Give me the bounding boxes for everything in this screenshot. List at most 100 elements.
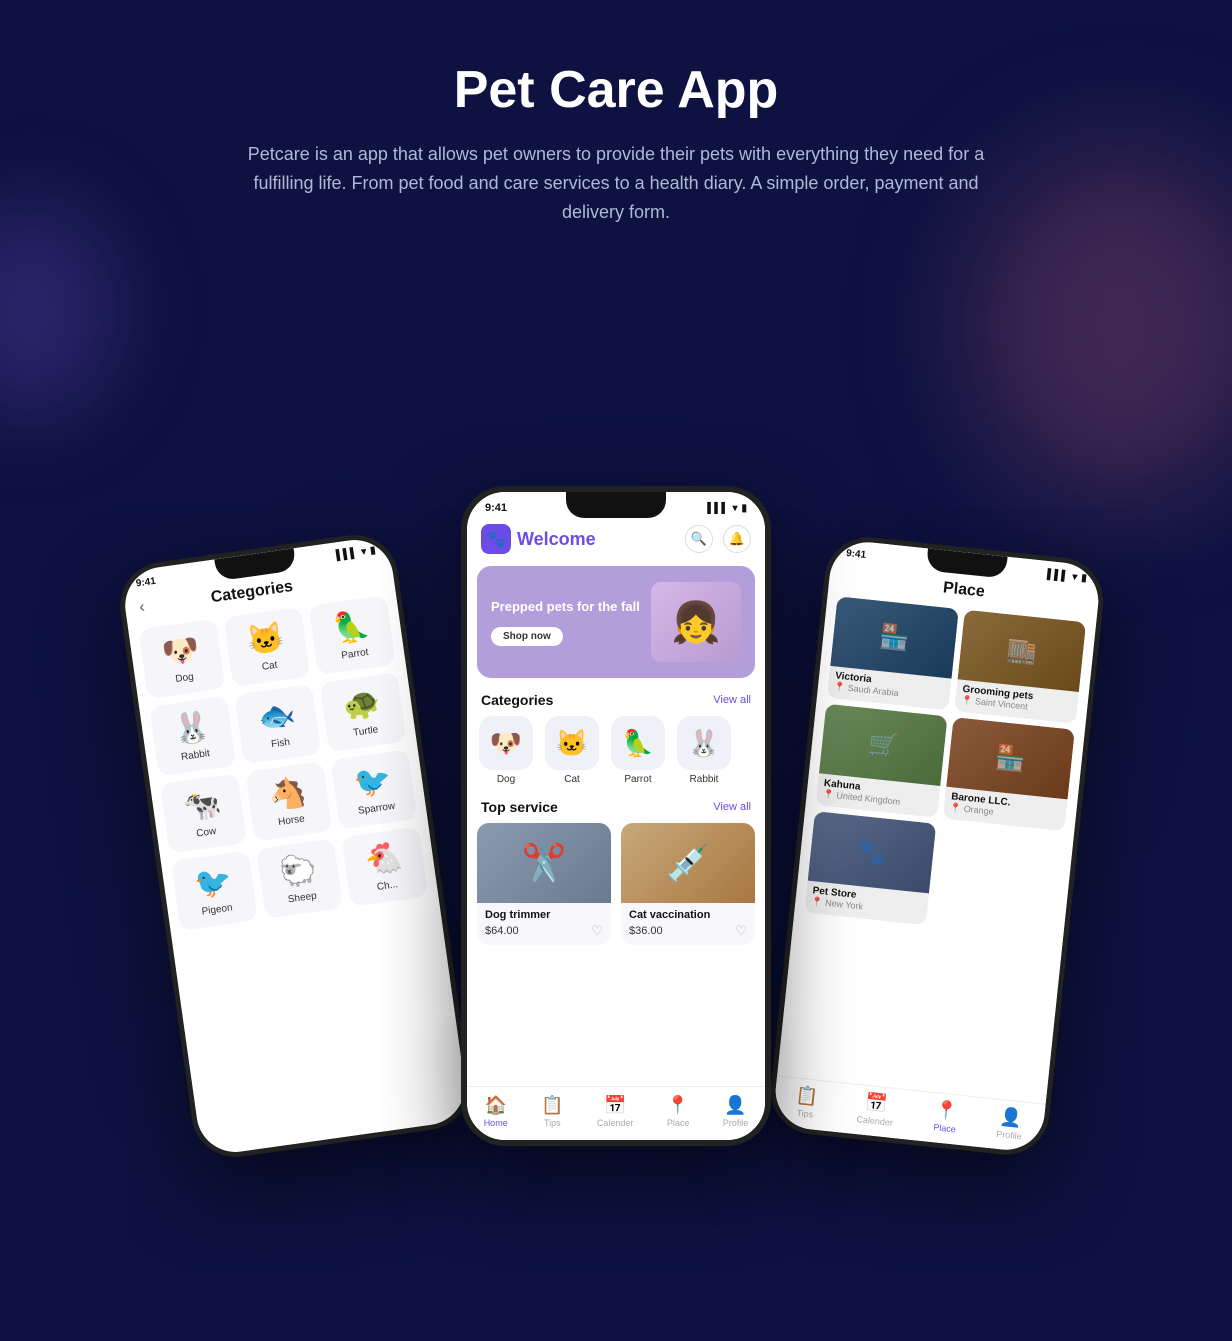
promo-banner[interactable]: Prepped pets for the fall Shop now 👧 <box>477 566 755 678</box>
dog-trimmer-price-row: $64.00 ♡ <box>485 923 603 939</box>
parrot-cat-label: Parrot <box>624 774 651 785</box>
shop-now-button[interactable]: Shop now <box>491 627 563 646</box>
grid-cat-dog[interactable]: 🐶 Dog <box>138 619 225 699</box>
right-place-nav-label: Place <box>933 1123 956 1135</box>
cat-item-dog[interactable]: 🐶 Dog <box>477 716 535 785</box>
dog-trimmer-image: ✂️ <box>477 823 611 903</box>
right-nav-calendar[interactable]: 📅 Calender <box>856 1092 896 1129</box>
rabbit-cat-label: Rabbit <box>690 774 719 785</box>
back-button[interactable]: ‹ <box>138 599 146 618</box>
page-header: Pet Care App Petcare is an app that allo… <box>0 0 1232 266</box>
places-grid: 🏪 Victoria 📍 Saudi Arabia 🏬 Grooming pet… <box>794 592 1097 944</box>
fish-icon: 🐟 <box>256 697 298 737</box>
place-victoria[interactable]: 🏪 Victoria 📍 Saudi Arabia <box>827 597 959 711</box>
fish-label: Fish <box>270 737 290 751</box>
right-calendar-nav-label: Calender <box>856 1115 893 1129</box>
grid-cat-pigeon[interactable]: 🐦 Pigeon <box>171 851 258 931</box>
right-nav-tips[interactable]: 📋 Tips <box>793 1085 819 1120</box>
banner-title: Prepped pets for the fall <box>491 599 651 616</box>
nav-calendar[interactable]: 📅 Calender <box>597 1095 634 1128</box>
sparrow-label: Sparrow <box>357 801 395 817</box>
cat-vaccination-name: Cat vaccination <box>629 909 747 921</box>
app-header-icons: 🔍 🔔 <box>685 525 751 553</box>
home-nav-label: Home <box>484 1118 508 1128</box>
grid-cat-cow[interactable]: 🐄 Cow <box>160 774 247 854</box>
right-calendar-nav-icon: 📅 <box>864 1092 888 1115</box>
grid-cat-chicken[interactable]: 🐔 Ch... <box>341 827 428 907</box>
right-nav-place[interactable]: 📍 Place <box>933 1100 959 1135</box>
pet-store-image: 🐾 <box>808 811 937 893</box>
grid-cat-sparrow[interactable]: 🐦 Sparrow <box>330 750 417 830</box>
status-time-left: 9:41 <box>135 576 156 590</box>
right-phone-title: Place <box>942 580 985 601</box>
bottom-nav: 🏠 Home 📋 Tips 📅 Calender 📍 Place 👤 <box>467 1086 765 1140</box>
place-nav-label: Place <box>667 1118 690 1128</box>
banner-text: Prepped pets for the fall Shop now <box>491 599 651 646</box>
cow-icon: 🐄 <box>182 786 224 826</box>
dog-trimmer-favorite[interactable]: ♡ <box>591 923 603 939</box>
notification-button[interactable]: 🔔 <box>723 525 751 553</box>
categories-row: 🐶 Dog 🐱 Cat 🦜 Parrot 🐰 Rabbit <box>467 716 765 795</box>
place-grooming-pets[interactable]: 🏬 Grooming pets 📍 Saint Vincent <box>954 610 1086 724</box>
center-phone: 9:41 ▌▌▌ ▾ ▮ 🐾 Welcome 🔍 🔔 <box>461 486 771 1146</box>
cat-item-cat[interactable]: 🐱 Cat <box>543 716 601 785</box>
nav-profile[interactable]: 👤 Profile <box>723 1095 749 1128</box>
cat-cat-label: Cat <box>564 774 580 785</box>
right-phone: 9:41 ▌▌▌ ▾ ▮ Place 🏪 Victoria 📍 Saudi Ar… <box>766 533 1107 1159</box>
nav-tips[interactable]: 📋 Tips <box>541 1095 563 1128</box>
nav-home[interactable]: 🏠 Home <box>484 1095 508 1128</box>
grid-cat-rabbit[interactable]: 🐰 Rabbit <box>149 696 236 776</box>
grid-cat-parrot[interactable]: 🦜 Parrot <box>309 595 396 675</box>
turtle-label: Turtle <box>353 725 379 739</box>
dog-label: Dog <box>175 672 195 685</box>
cat-vaccination-favorite[interactable]: ♡ <box>735 923 747 939</box>
dog-cat-label: Dog <box>497 774 515 785</box>
cat-item-rabbit[interactable]: 🐰 Rabbit <box>675 716 733 785</box>
nav-place[interactable]: 📍 Place <box>667 1095 690 1128</box>
place-pet-store[interactable]: 🐾 Pet Store 📍 New York <box>804 811 936 925</box>
pigeon-label: Pigeon <box>201 903 233 918</box>
tips-nav-label: Tips <box>544 1118 561 1128</box>
grid-cat-sheep[interactable]: 🐑 Sheep <box>256 839 343 919</box>
grid-cat-horse[interactable]: 🐴 Horse <box>245 762 332 842</box>
parrot-icon: 🦜 <box>330 608 372 648</box>
page-description: Petcare is an app that allows pet owners… <box>226 140 1006 226</box>
home-nav-icon: 🏠 <box>484 1095 506 1116</box>
place-kahuna[interactable]: 🛒 Kahuna 📍 United Kingdom <box>816 704 948 818</box>
right-nav-profile[interactable]: 👤 Profile <box>996 1106 1025 1141</box>
chicken-label: Ch... <box>376 879 398 893</box>
page-title: Pet Care App <box>100 60 1132 120</box>
right-tips-nav-icon: 📋 <box>794 1085 818 1108</box>
categories-grid: 🐶 Dog 🐱 Cat 🦜 Parrot 🐰 Rabbit 🐟 F <box>128 588 439 939</box>
view-all-services[interactable]: View all <box>713 801 751 813</box>
parrot-label: Parrot <box>341 647 370 662</box>
chicken-icon: 🐔 <box>363 840 405 880</box>
calendar-nav-icon: 📅 <box>604 1095 626 1116</box>
cat-vaccination-info: Cat vaccination $36.00 ♡ <box>621 903 755 945</box>
center-status-time: 9:41 <box>485 502 507 514</box>
pigeon-icon: 🐦 <box>192 864 234 904</box>
cat-vaccination-image: 💉 <box>621 823 755 903</box>
cow-label: Cow <box>196 826 217 840</box>
banner-image: 👧 <box>651 582 741 662</box>
app-header: 🐾 Welcome 🔍 🔔 <box>467 518 765 562</box>
place-barone[interactable]: 🏪 Barone LLC. 📍 Orange <box>943 717 1075 831</box>
cat-vaccination-price: $36.00 <box>629 925 663 937</box>
service-card-dog-trimmer[interactable]: ✂️ Dog trimmer $64.00 ♡ <box>477 823 611 945</box>
grid-cat-cat[interactable]: 🐱 Cat <box>224 607 311 687</box>
grid-cat-turtle[interactable]: 🐢 Turtle <box>320 673 407 753</box>
grid-cat-fish[interactable]: 🐟 Fish <box>234 685 321 765</box>
rabbit-cat-icon: 🐰 <box>677 716 731 770</box>
cat-item-parrot[interactable]: 🦜 Parrot <box>609 716 667 785</box>
right-status-time: 9:41 <box>846 548 867 561</box>
search-button[interactable]: 🔍 <box>685 525 713 553</box>
cat-icon: 🐱 <box>245 620 287 660</box>
app-logo: 🐾 Welcome <box>481 524 596 554</box>
view-all-categories[interactable]: View all <box>713 694 751 706</box>
parrot-cat-icon: 🦜 <box>611 716 665 770</box>
service-card-cat-vaccination[interactable]: 💉 Cat vaccination $36.00 ♡ <box>621 823 755 945</box>
right-profile-nav-label: Profile <box>996 1129 1022 1142</box>
place-nav-icon: 📍 <box>667 1095 689 1116</box>
left-phone: 9:41 ▌▌▌ ▾ ▮ ‹ Categories 🐶 Dog 🐱 <box>115 530 476 1163</box>
kahuna-image: 🛒 <box>819 704 948 786</box>
